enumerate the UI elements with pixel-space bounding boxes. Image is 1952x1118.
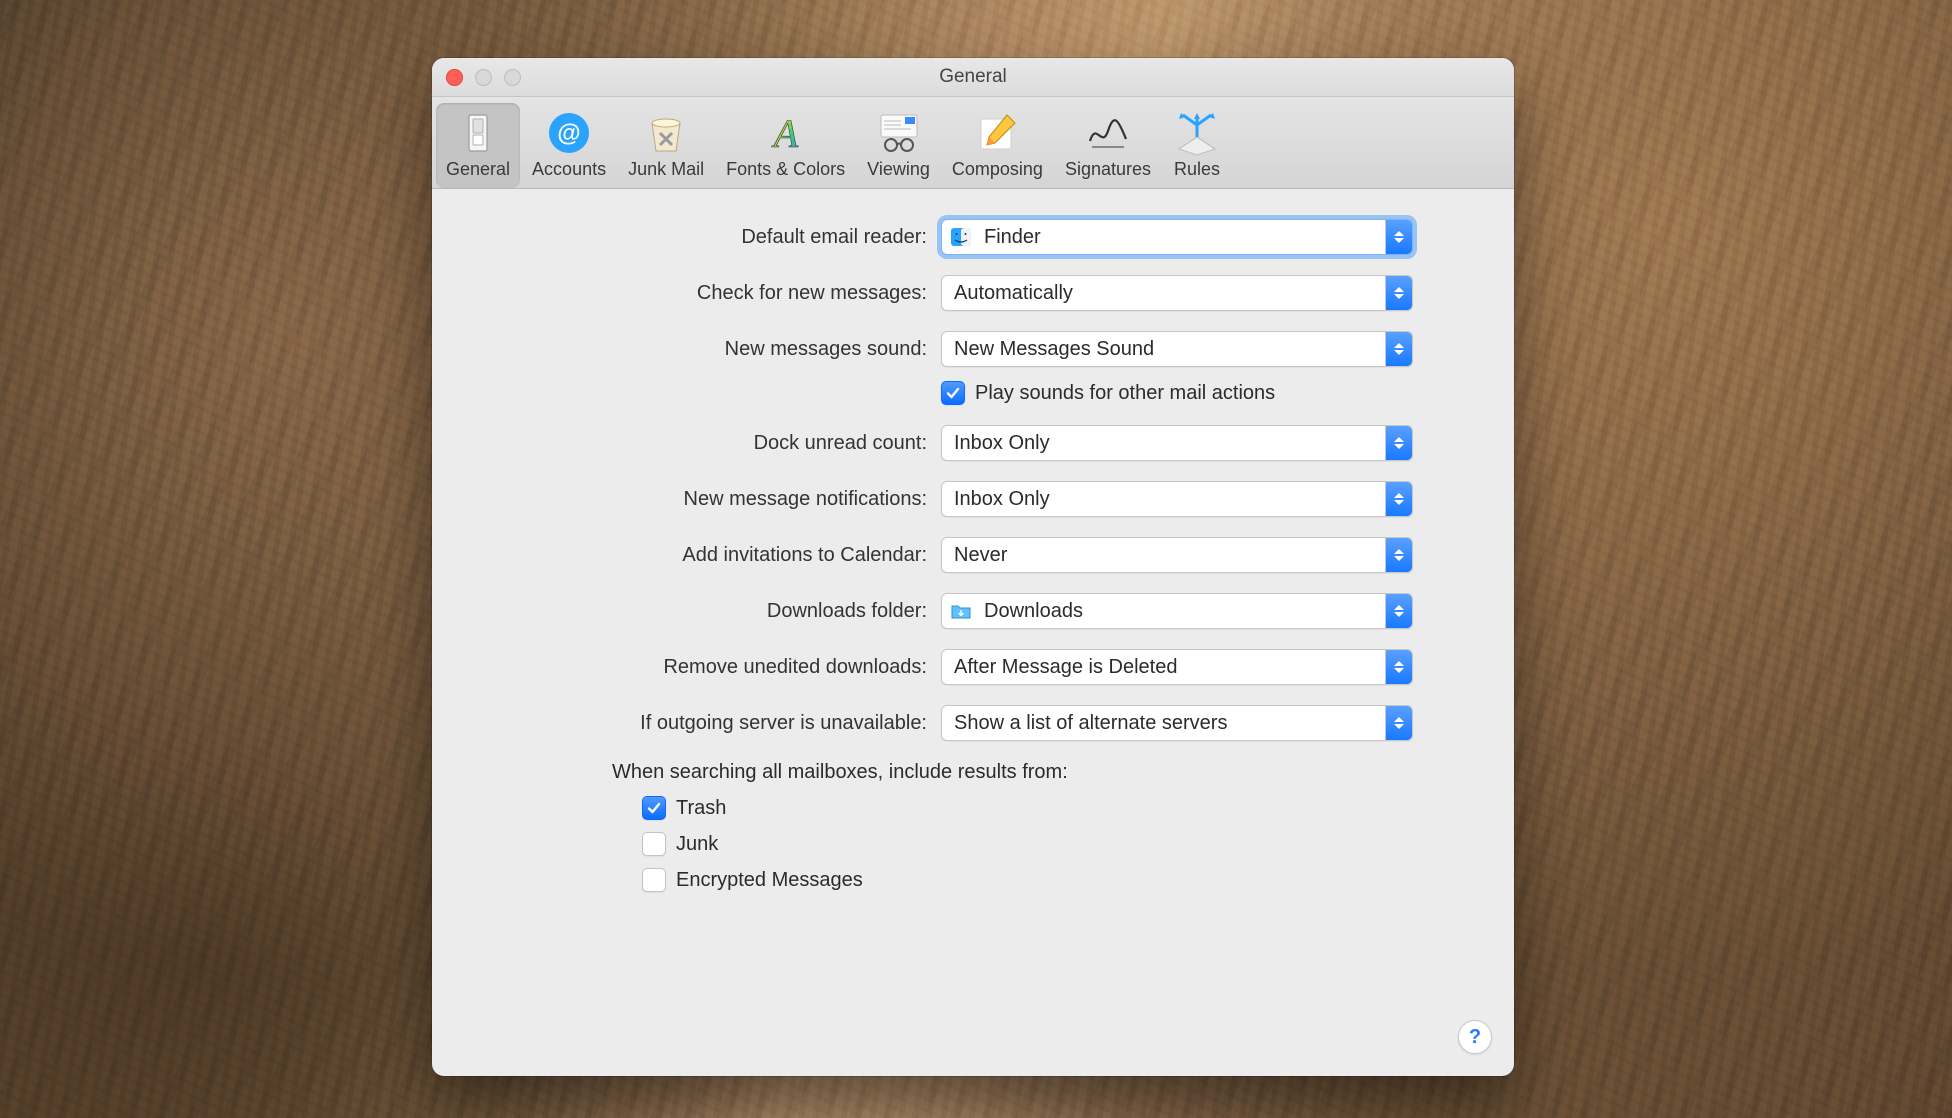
search-encrypted-checkbox[interactable] bbox=[642, 868, 666, 892]
downloads-folder-value: Downloads bbox=[980, 600, 1385, 623]
signatures-icon bbox=[1084, 109, 1132, 157]
popup-arrows-icon bbox=[1385, 332, 1412, 366]
rules-icon bbox=[1173, 109, 1221, 157]
popup-arrows-icon bbox=[1385, 594, 1412, 628]
check-messages-value: Automatically bbox=[942, 282, 1385, 305]
downloads-folder-label: Downloads folder: bbox=[472, 600, 941, 623]
tab-label: Rules bbox=[1174, 159, 1220, 180]
check-messages-label: Check for new messages: bbox=[472, 282, 941, 305]
minimize-window-button[interactable] bbox=[475, 69, 492, 86]
notifications-label: New message notifications: bbox=[472, 488, 941, 511]
close-window-button[interactable] bbox=[446, 69, 463, 86]
tab-junk-mail[interactable]: Junk Mail bbox=[618, 103, 714, 188]
downloads-folder-icon bbox=[950, 600, 972, 622]
popup-arrows-icon bbox=[1385, 538, 1412, 572]
notifications-value: Inbox Only bbox=[942, 488, 1385, 511]
default-reader-popup[interactable]: Finder bbox=[941, 219, 1413, 255]
tab-signatures[interactable]: Signatures bbox=[1055, 103, 1161, 188]
help-icon: ? bbox=[1469, 1026, 1481, 1049]
default-reader-value: Finder bbox=[980, 226, 1385, 249]
search-junk-checkbox[interactable] bbox=[642, 832, 666, 856]
tab-label: Viewing bbox=[867, 159, 930, 180]
check-messages-popup[interactable]: Automatically bbox=[941, 275, 1413, 311]
tab-label: Composing bbox=[952, 159, 1043, 180]
new-sound-value: New Messages Sound bbox=[942, 338, 1385, 361]
notifications-popup[interactable]: Inbox Only bbox=[941, 481, 1413, 517]
remove-downloads-label: Remove unedited downloads: bbox=[472, 656, 941, 679]
window-title: General bbox=[432, 66, 1514, 88]
tab-label: Fonts & Colors bbox=[726, 159, 845, 180]
popup-arrows-icon bbox=[1385, 706, 1412, 740]
search-trash-label: Trash bbox=[676, 797, 726, 820]
tab-general[interactable]: General bbox=[436, 103, 520, 188]
remove-downloads-popup[interactable]: After Message is Deleted bbox=[941, 649, 1413, 685]
tab-label: Signatures bbox=[1065, 159, 1151, 180]
tab-fonts-colors[interactable]: A Fonts & Colors bbox=[716, 103, 855, 188]
preferences-toolbar: General @ Accounts Junk Mail bbox=[432, 97, 1514, 189]
search-encrypted-label: Encrypted Messages bbox=[676, 869, 863, 892]
outgoing-unavailable-label: If outgoing server is unavailable: bbox=[472, 712, 941, 735]
popup-arrows-icon bbox=[1385, 426, 1412, 460]
outgoing-unavailable-value: Show a list of alternate servers bbox=[942, 712, 1385, 735]
tab-label: Junk Mail bbox=[628, 159, 704, 180]
help-button[interactable]: ? bbox=[1458, 1020, 1492, 1054]
preferences-window: General General @ Accounts bbox=[432, 58, 1514, 1076]
tab-label: General bbox=[446, 159, 510, 180]
tab-rules[interactable]: Rules bbox=[1163, 103, 1231, 188]
fonts-colors-icon: A bbox=[762, 109, 810, 157]
svg-text:A: A bbox=[770, 111, 798, 156]
add-invitations-popup[interactable]: Never bbox=[941, 537, 1413, 573]
dock-unread-popup[interactable]: Inbox Only bbox=[941, 425, 1413, 461]
search-heading: When searching all mailboxes, include re… bbox=[612, 761, 1474, 784]
search-junk-label: Junk bbox=[676, 833, 718, 856]
traffic-lights bbox=[446, 69, 521, 86]
general-icon bbox=[454, 109, 502, 157]
popup-arrows-icon bbox=[1385, 276, 1412, 310]
remove-downloads-value: After Message is Deleted bbox=[942, 656, 1385, 679]
composing-icon bbox=[973, 109, 1021, 157]
zoom-window-button[interactable] bbox=[504, 69, 521, 86]
viewing-icon bbox=[875, 109, 923, 157]
popup-arrows-icon bbox=[1385, 482, 1412, 516]
add-invitations-label: Add invitations to Calendar: bbox=[472, 544, 941, 567]
outgoing-unavailable-popup[interactable]: Show a list of alternate servers bbox=[941, 705, 1413, 741]
dock-unread-value: Inbox Only bbox=[942, 432, 1385, 455]
tab-accounts[interactable]: @ Accounts bbox=[522, 103, 616, 188]
downloads-folder-popup[interactable]: Downloads bbox=[941, 593, 1413, 629]
new-sound-label: New messages sound: bbox=[472, 338, 941, 361]
popup-arrows-icon bbox=[1385, 650, 1412, 684]
popup-arrows-icon bbox=[1385, 220, 1412, 254]
accounts-icon: @ bbox=[545, 109, 593, 157]
add-invitations-value: Never bbox=[942, 544, 1385, 567]
default-reader-label: Default email reader: bbox=[472, 226, 941, 249]
tab-composing[interactable]: Composing bbox=[942, 103, 1053, 188]
window-titlebar: General bbox=[432, 58, 1514, 97]
search-options: Trash Junk Encrypted Messages bbox=[642, 796, 1474, 892]
new-sound-popup[interactable]: New Messages Sound bbox=[941, 331, 1413, 367]
dock-unread-label: Dock unread count: bbox=[472, 432, 941, 455]
search-trash-checkbox[interactable] bbox=[642, 796, 666, 820]
play-sounds-label: Play sounds for other mail actions bbox=[975, 382, 1275, 405]
tab-label: Accounts bbox=[532, 159, 606, 180]
general-settings-pane: Default email reader: Finder Check for n… bbox=[432, 189, 1514, 922]
play-sounds-checkbox[interactable] bbox=[941, 381, 965, 405]
tab-viewing[interactable]: Viewing bbox=[857, 103, 940, 188]
svg-text:@: @ bbox=[557, 120, 580, 147]
finder-icon bbox=[950, 226, 972, 248]
junk-mail-icon bbox=[642, 109, 690, 157]
